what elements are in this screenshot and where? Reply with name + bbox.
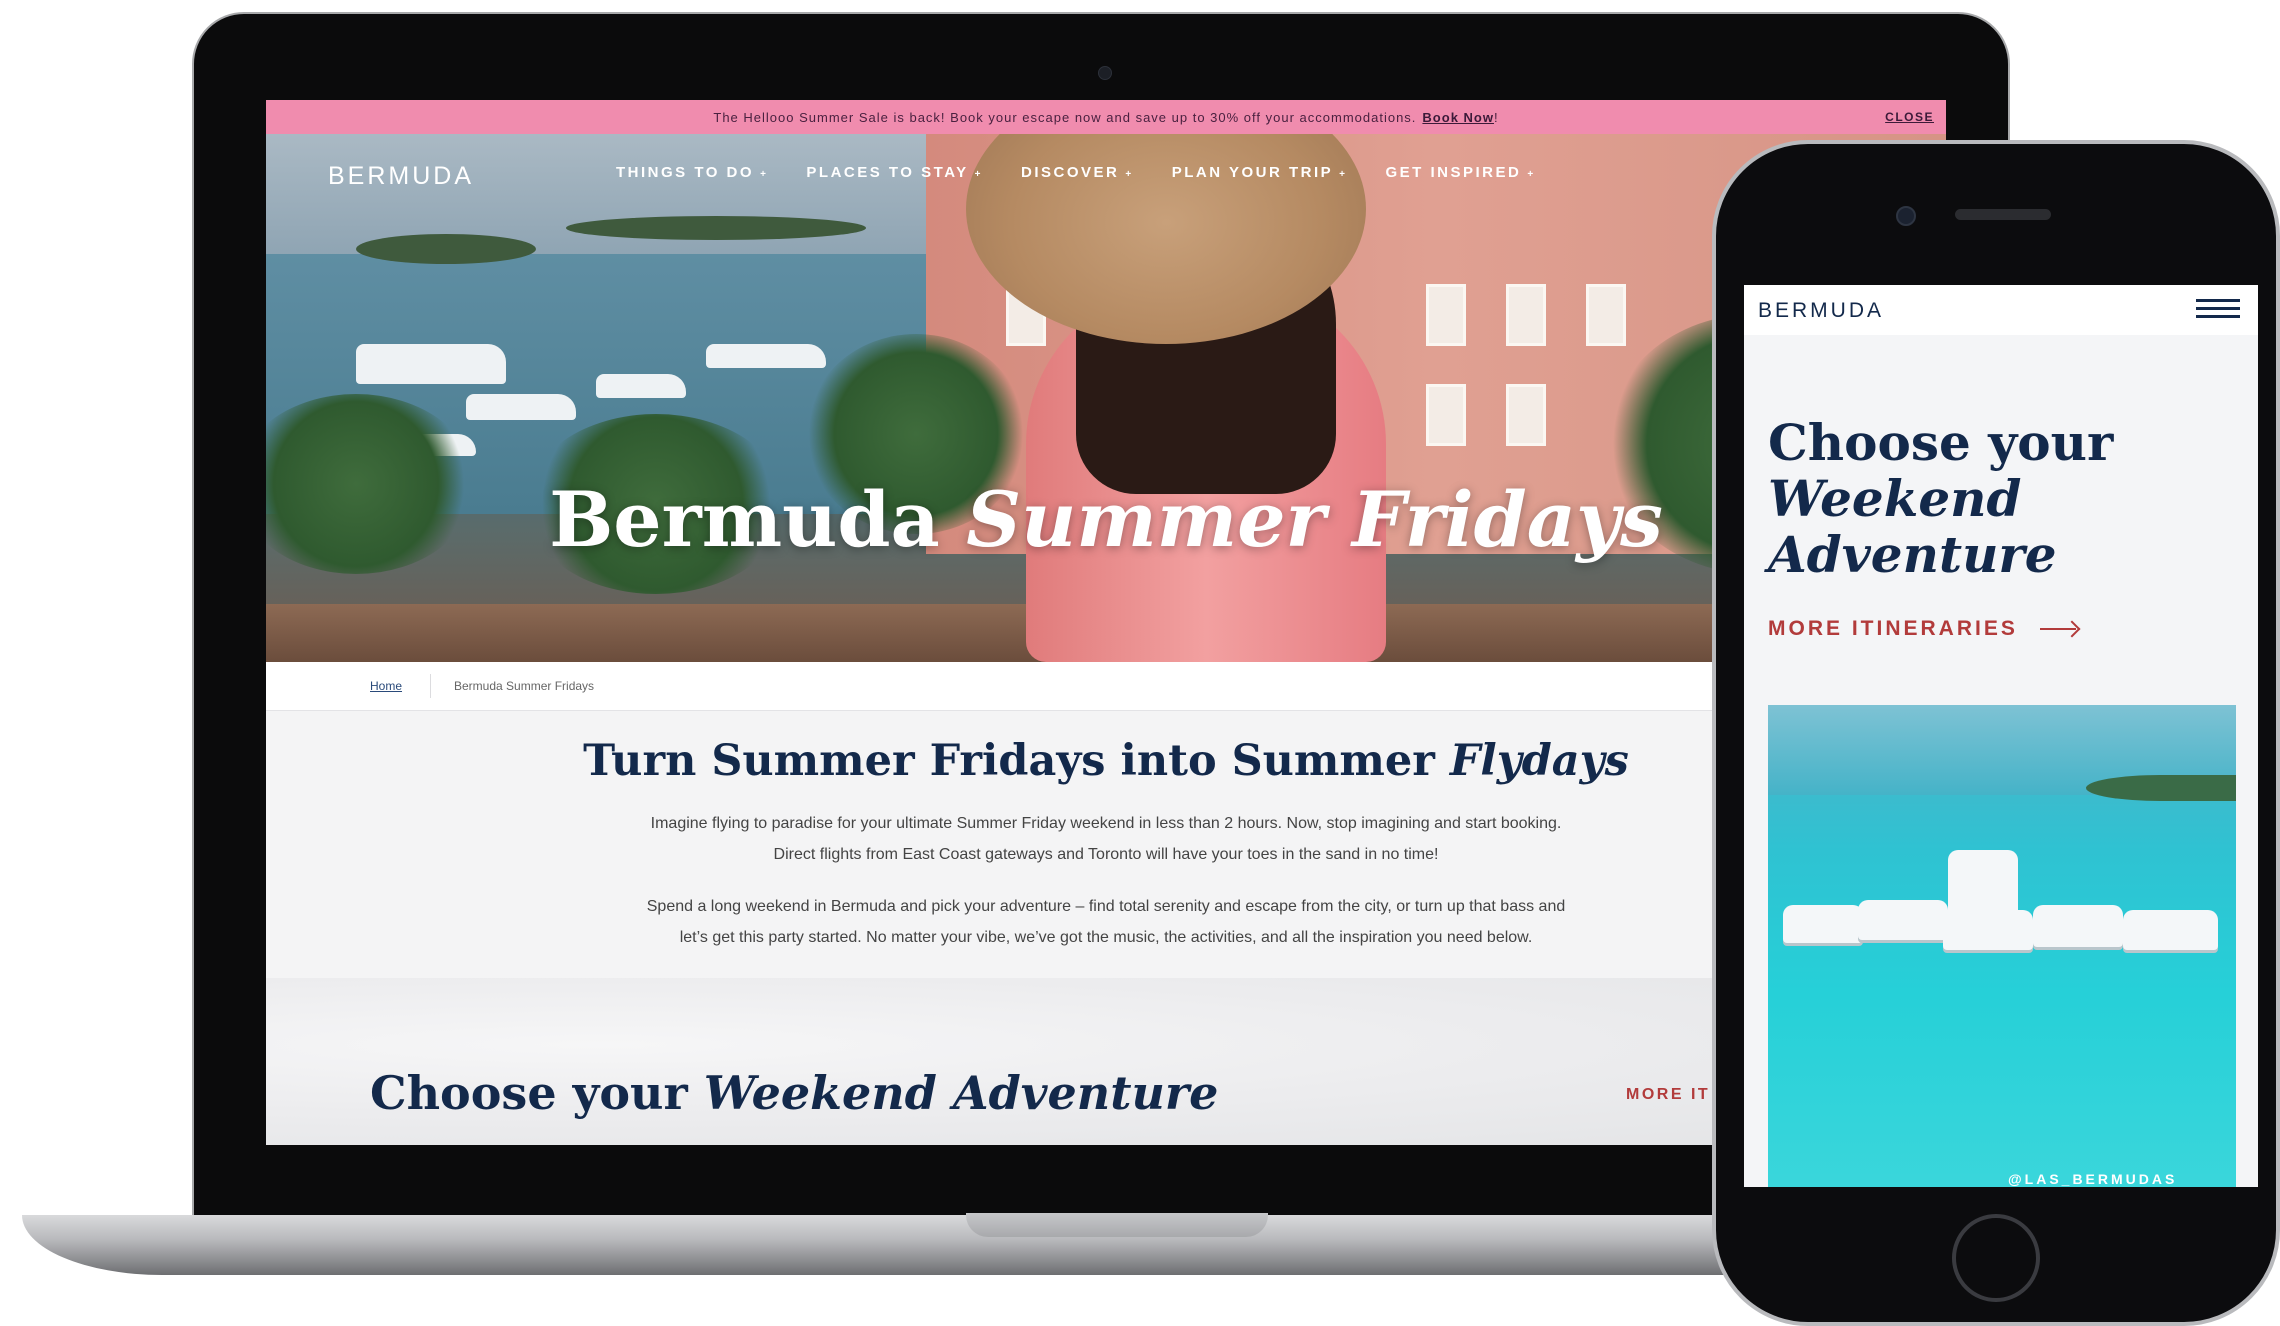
hero-title-plain: Bermuda bbox=[549, 475, 967, 564]
laptop-notch bbox=[966, 1213, 1268, 1237]
phone-home-button[interactable] bbox=[1952, 1214, 2040, 1302]
promo-exclaim: ! bbox=[1493, 109, 1499, 125]
adventure-title-plain: Choose your bbox=[370, 1066, 704, 1120]
photo-boat bbox=[2123, 910, 2218, 950]
phone-speaker bbox=[1955, 209, 2051, 220]
intro-p2-line2: let’s get this party started. No matter … bbox=[679, 929, 1533, 946]
plus-icon: + bbox=[1527, 169, 1536, 180]
photo-credit: @LAS_BERMUDAS bbox=[2008, 1171, 2178, 1187]
plus-icon: + bbox=[1125, 169, 1134, 180]
webcam-icon bbox=[1098, 66, 1112, 80]
phone-adventure-title: Choose your Weekend Adventure bbox=[1768, 415, 2113, 583]
photo-boat bbox=[1943, 910, 2033, 950]
nav-label: PLACES TO STAY bbox=[806, 164, 969, 181]
phone-screen: BERMUDA Choose your Weekend Adventure MO… bbox=[1744, 285, 2258, 1187]
nav-label: THINGS TO DO bbox=[616, 164, 755, 181]
hero-boat bbox=[356, 344, 506, 384]
hotel-window bbox=[1426, 284, 1466, 346]
main-nav: BERMUDA THINGS TO DO + PLACES TO STAY + DI… bbox=[266, 134, 1946, 214]
intro-p1-line2: Direct flights from East Coast gateways … bbox=[773, 846, 1439, 863]
intro-paragraph-2: Spend a long weekend in Bermuda and pick… bbox=[566, 891, 1646, 953]
intro-p1-line1: Imagine flying to paradise for your ulti… bbox=[650, 815, 1562, 832]
breadcrumb-home-link[interactable]: Home bbox=[370, 679, 402, 693]
phone-title-line1: Choose your bbox=[1768, 413, 2114, 472]
breadcrumb-divider bbox=[430, 674, 431, 698]
nav-label: DISCOVER bbox=[1021, 164, 1120, 181]
hotel-window bbox=[1506, 384, 1546, 446]
hero-boat bbox=[466, 394, 576, 420]
plus-icon: + bbox=[974, 169, 984, 180]
phone-title-line3: Adventure bbox=[1768, 525, 2057, 584]
nav-item-plan-your-trip[interactable]: PLAN YOUR TRIP + bbox=[1172, 164, 1348, 181]
photo-boat bbox=[2033, 905, 2123, 947]
phone-camera-icon bbox=[1896, 206, 1916, 226]
nav-item-places-to-stay[interactable]: PLACES TO STAY + bbox=[806, 164, 983, 181]
nav-label: GET INSPIRED bbox=[1385, 164, 1522, 181]
phone-more-itineraries-link[interactable]: MORE ITINERARIES bbox=[1768, 617, 2078, 641]
hotel-window bbox=[1506, 284, 1546, 346]
promo-banner: The Hellooo Summer Sale is back! Book yo… bbox=[266, 100, 1946, 134]
hero-island bbox=[566, 216, 866, 240]
phone-header: BERMUDA bbox=[1744, 285, 2258, 335]
hotel-window bbox=[1426, 384, 1466, 446]
hotel-window bbox=[1586, 284, 1626, 346]
photo-boat bbox=[1783, 905, 1863, 943]
nav-menu: THINGS TO DO + PLACES TO STAY + DISCOVER + … bbox=[616, 164, 1536, 181]
phone-bermuda-logo[interactable]: BERMUDA bbox=[1758, 299, 1884, 323]
breadcrumb: Home Bermuda Summer Fridays bbox=[266, 662, 1946, 711]
hero-title-italic: Summer Fridays bbox=[966, 475, 1663, 564]
laptop-screen: The Hellooo Summer Sale is back! Book yo… bbox=[266, 100, 1946, 1145]
hero-boat bbox=[596, 374, 686, 398]
hero-boat bbox=[706, 344, 826, 368]
nav-label: PLAN YOUR TRIP bbox=[1171, 164, 1334, 181]
phone-itinerary-photo[interactable]: @LAS_BERMUDAS bbox=[1768, 705, 2236, 1187]
adventure-title-italic: Weekend Adventure bbox=[703, 1066, 1219, 1120]
photo-boat bbox=[1858, 900, 1948, 940]
nav-item-things-to-do[interactable]: THINGS TO DO + bbox=[616, 164, 768, 181]
intro-heading: Turn Summer Fridays into Summer Flydays bbox=[266, 736, 1946, 786]
bermuda-logo[interactable]: BERMUDA bbox=[328, 162, 474, 191]
nav-item-discover[interactable]: DISCOVER + bbox=[1021, 164, 1134, 181]
intro-p2-line1: Spend a long weekend in Bermuda and pick… bbox=[646, 898, 1566, 915]
hero-island bbox=[356, 234, 536, 264]
phone-title-line2: Weekend bbox=[1768, 469, 2022, 528]
adventure-title: Choose your Weekend Adventure bbox=[370, 1066, 1218, 1120]
plus-icon: + bbox=[1339, 169, 1348, 180]
intro-heading-plain: Turn Summer Fridays into Summer bbox=[583, 736, 1450, 786]
plus-icon: + bbox=[760, 169, 769, 180]
promo-message: The Hellooo Summer Sale is back! Book yo… bbox=[713, 109, 1417, 125]
arrow-right-icon bbox=[2039, 622, 2078, 636]
more-itineraries-link[interactable]: MORE IT bbox=[1626, 1086, 1710, 1104]
photo-shore bbox=[2086, 775, 2236, 801]
promo-close-button[interactable]: CLOSE bbox=[1885, 110, 1934, 124]
hamburger-menu-icon[interactable] bbox=[2196, 299, 2240, 321]
intro-paragraph-1: Imagine flying to paradise for your ulti… bbox=[566, 808, 1646, 870]
breadcrumb-current: Bermuda Summer Fridays bbox=[454, 679, 595, 693]
nav-item-get-inspired[interactable]: GET INSPIRED + bbox=[1385, 164, 1535, 181]
phone-more-label: MORE ITINERARIES bbox=[1768, 617, 2018, 640]
book-now-link[interactable]: Book Now bbox=[1422, 110, 1494, 125]
hero-title: Bermuda Summer Fridays bbox=[266, 475, 1946, 564]
intro-heading-italic: Flydays bbox=[1449, 736, 1629, 786]
